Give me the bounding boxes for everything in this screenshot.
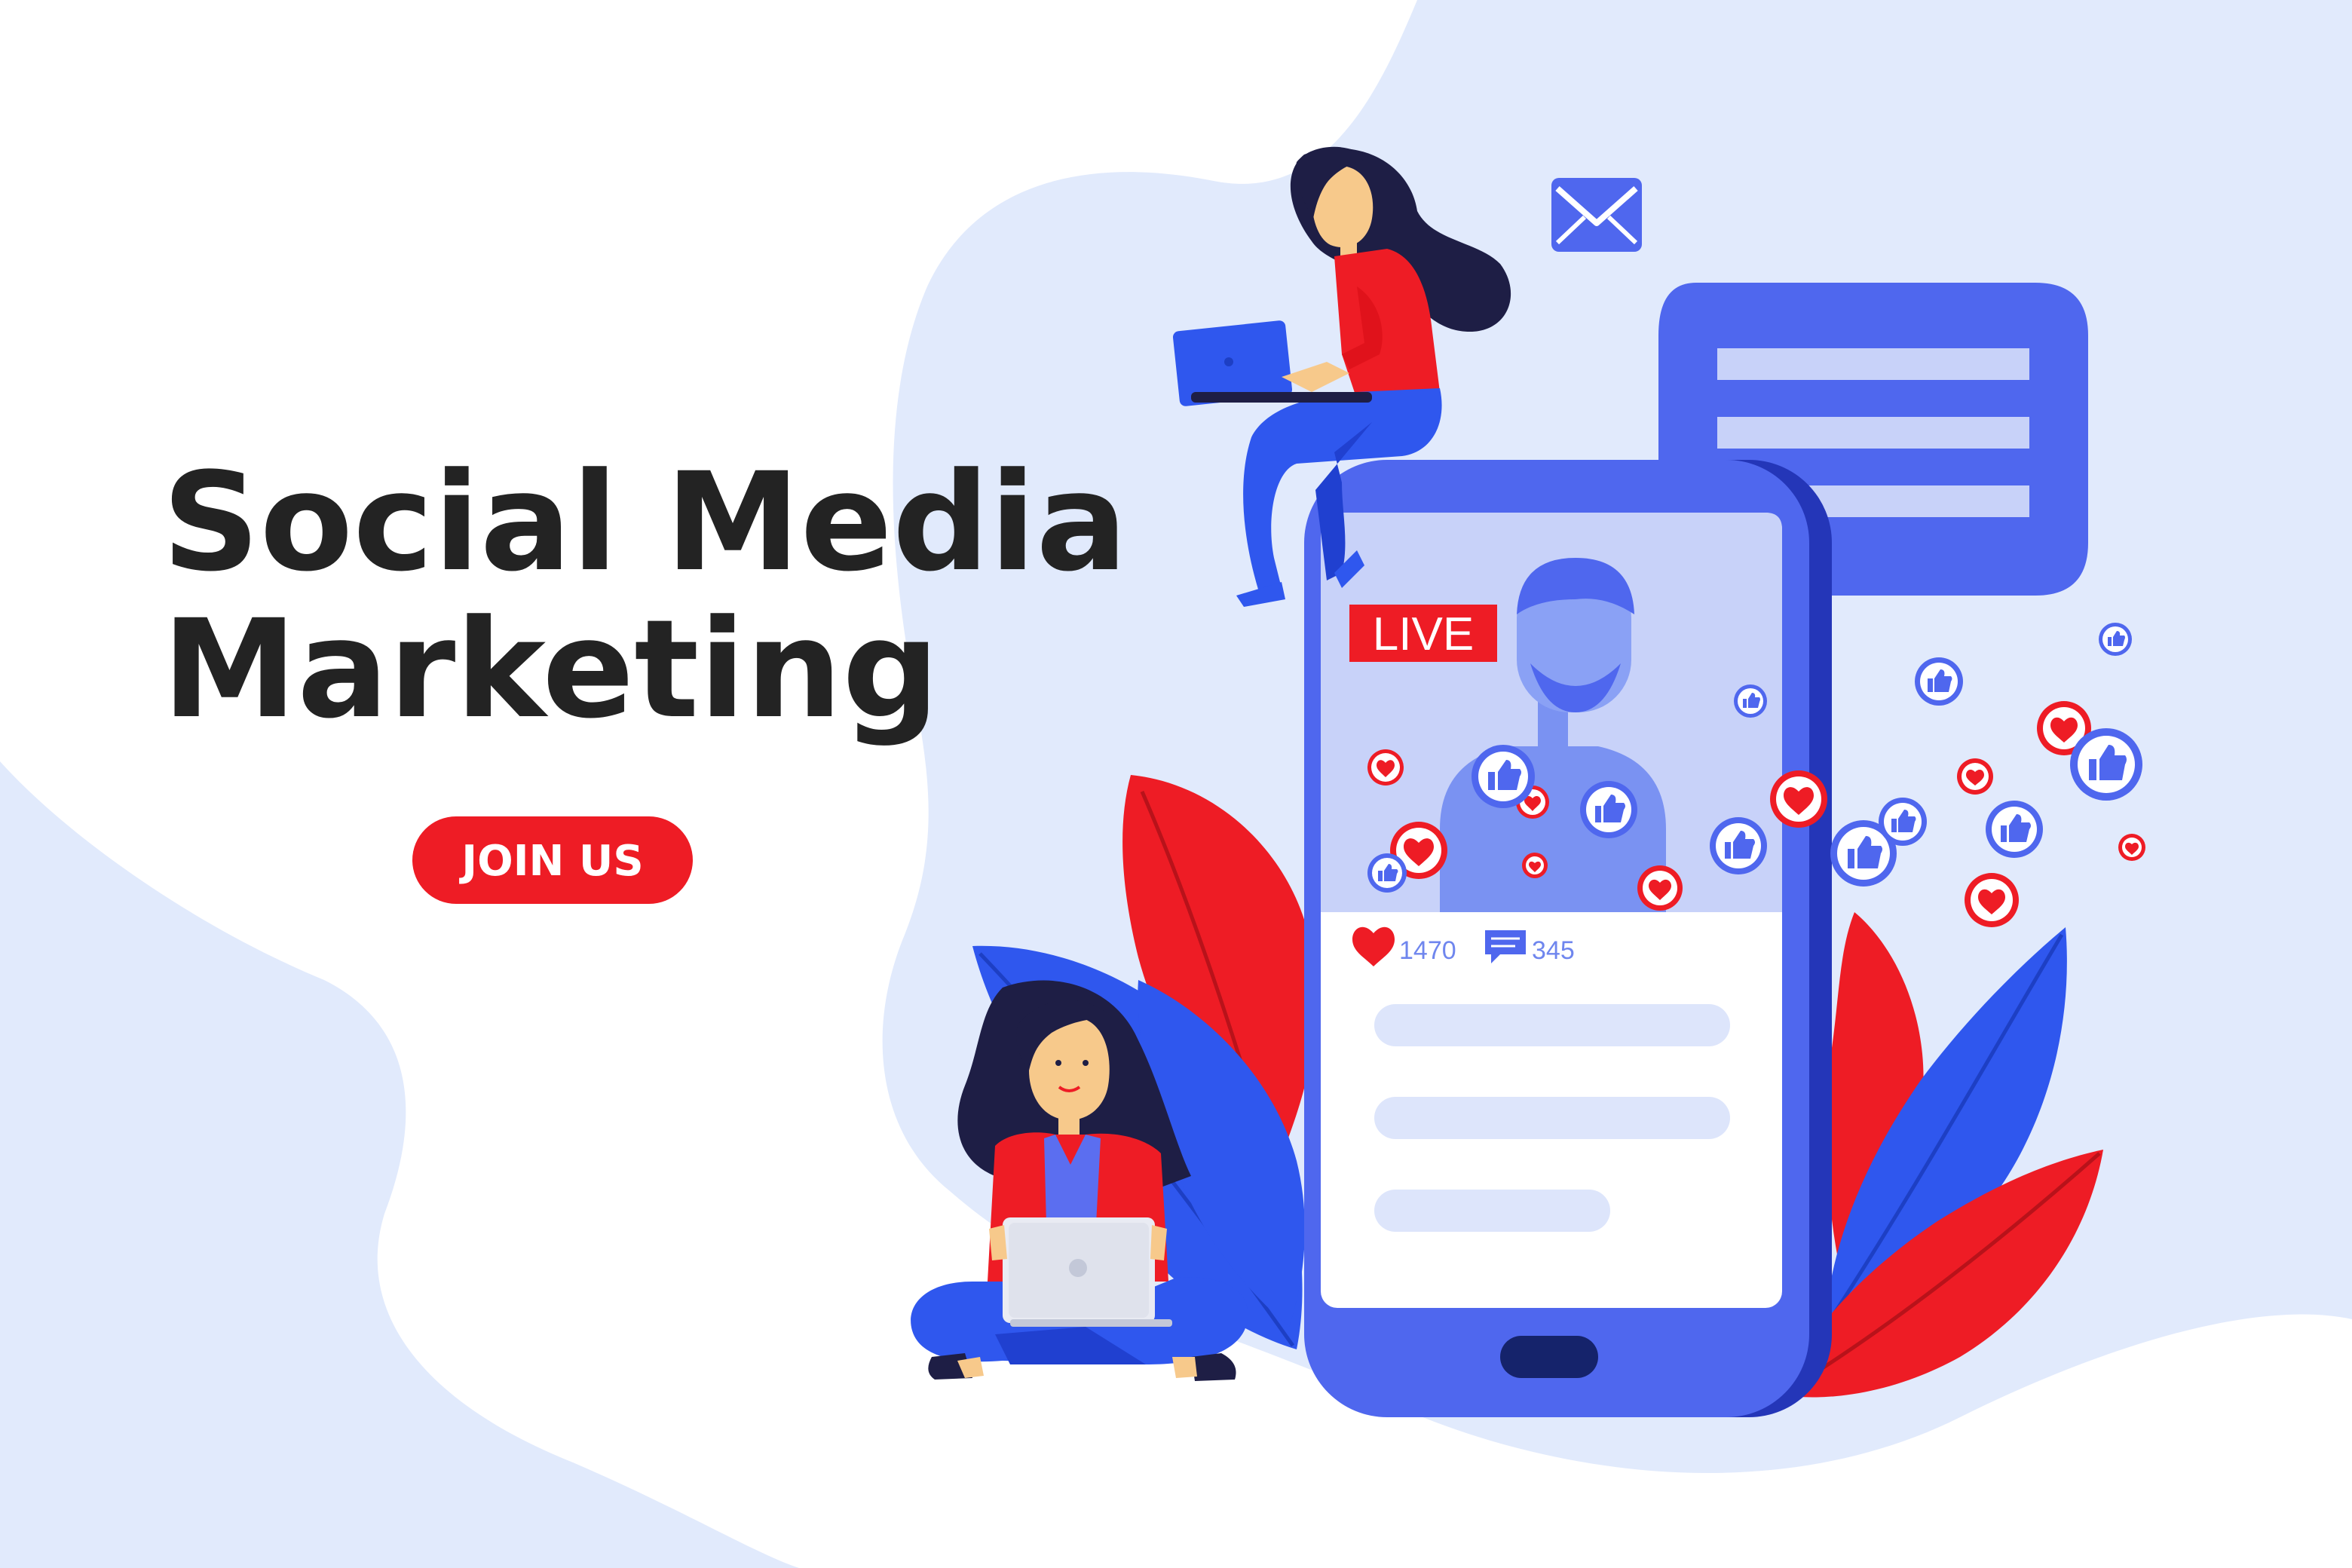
thumbs-up-icon [1472,745,1535,808]
phone: LIVE 1470 345 [1304,460,1832,1417]
heart-icon [1367,749,1404,786]
headline-line-1: Social Media [162,444,1128,602]
thumbs-up-icon [1580,781,1637,838]
thumbs-up-icon [1710,817,1767,874]
thumbs-up-icon [1367,853,1407,893]
heart-icon [1637,865,1683,911]
headline-line-2: Marketing [162,591,939,749]
thumbs-up-icon [2099,623,2132,656]
envelope-icon [1551,178,1642,252]
thumbs-up-icon [1986,801,2043,858]
heart-icon [1522,853,1548,878]
comment-count: 345 [1532,936,1575,965]
like-count: 1470 [1399,936,1456,965]
heart-icon [1770,770,1827,828]
thumbs-up-icon [1915,657,1963,706]
home-button [1500,1336,1598,1378]
thumbs-up-icon [1734,684,1767,718]
join-us-button[interactable]: JOIN US [412,816,693,904]
content-line [1374,1190,1610,1232]
heart-icon [1965,873,2019,927]
thumbs-up-icon [1879,798,1927,846]
hero-banner: Social Media Marketing JOIN US LIVE 1470… [0,0,2352,1568]
heart-icon [1957,758,1993,795]
heart-icon [2118,834,2145,861]
live-label: LIVE [1373,608,1474,660]
join-us-label: JOIN US [458,837,643,886]
content-line [1374,1097,1730,1139]
thumbs-up-icon [2070,728,2142,801]
content-line [1374,1004,1730,1046]
